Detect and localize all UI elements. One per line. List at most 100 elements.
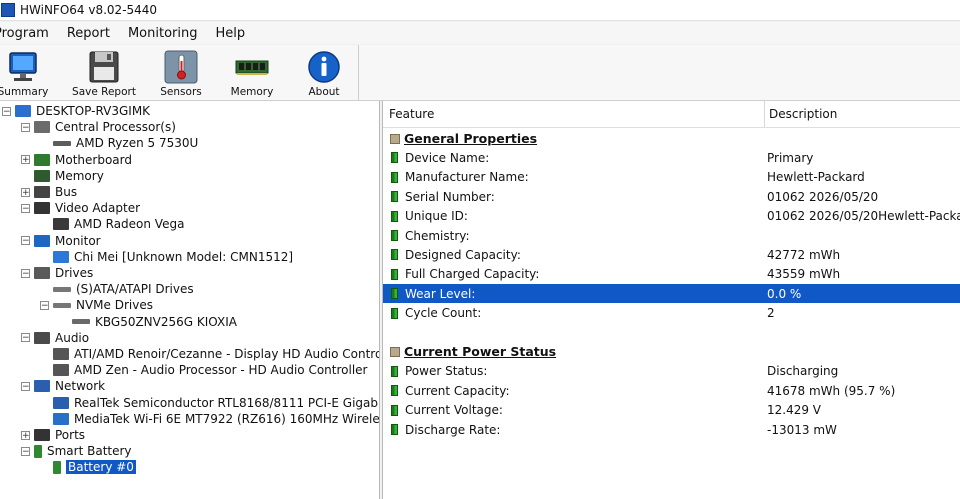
- property-row[interactable]: Full Charged Capacity: 43559 mWh: [383, 265, 960, 284]
- window-title: HWiNFO64 v8.02-5440: [20, 3, 158, 17]
- cpu-icon: [34, 121, 50, 134]
- tree-item[interactable]: − Central Processor(s): [21, 119, 176, 135]
- description-value: Discharging: [767, 364, 839, 379]
- collapse-icon[interactable]: −: [21, 236, 30, 246]
- tree-item[interactable]: ATI/AMD Renoir/Cezanne - Display HD Audi…: [40, 346, 379, 362]
- collapse-icon[interactable]: −: [2, 106, 11, 116]
- video-card-icon: [34, 202, 50, 215]
- battery-property-icon: [391, 230, 398, 241]
- battery-property-icon: [391, 152, 398, 164]
- speaker-icon: [53, 364, 69, 377]
- collapse-icon[interactable]: −: [21, 446, 30, 456]
- collapse-icon[interactable]: −: [21, 122, 30, 132]
- tree-item[interactable]: (S)ATA/ATAPI Drives: [40, 281, 194, 297]
- property-row[interactable]: Current Capacity: 41678 mWh (95.7 %): [383, 381, 960, 400]
- property-row[interactable]: Unique ID: 01062 2026/05/20Hewlett-Packar…: [383, 207, 960, 226]
- tree-item[interactable]: − Drives: [21, 265, 93, 281]
- tree-item-label: KBG50ZNV256G KIOXIA: [95, 314, 237, 329]
- tree-item[interactable]: + Motherboard: [21, 152, 132, 168]
- property-row: [383, 323, 960, 342]
- battery-property-icon: [391, 424, 398, 435]
- about-button[interactable]: About: [302, 45, 346, 100]
- property-row[interactable]: Chemistry:: [383, 226, 960, 245]
- tree-item[interactable]: AMD Radeon Vega: [40, 216, 184, 232]
- menu-monitoring[interactable]: Monitoring: [119, 26, 207, 41]
- expand-icon[interactable]: +: [21, 155, 30, 165]
- expand-icon[interactable]: +: [21, 430, 30, 440]
- group-header-row[interactable]: Current Power Status: [383, 342, 960, 361]
- tree-item-label: Network: [55, 379, 106, 394]
- display-icon: [53, 250, 69, 263]
- tree-item[interactable]: − Smart Battery: [21, 443, 132, 459]
- tree-item-label: DESKTOP-RV3GIMK: [36, 104, 151, 118]
- tree-item[interactable]: MediaTek Wi-Fi 6E MT7922 (RZ616) 160MHz …: [40, 411, 379, 427]
- monitor-icon: [9, 52, 37, 81]
- collapse-icon[interactable]: −: [40, 300, 49, 310]
- tree-item-label: Smart Battery: [47, 444, 132, 459]
- property-row[interactable]: Manufacturer Name: Hewlett-Packard: [383, 168, 960, 187]
- expand-icon[interactable]: +: [21, 187, 30, 197]
- tree-item[interactable]: − Monitor: [21, 233, 101, 249]
- property-row[interactable]: Serial Number: 01062 2026/05/20: [383, 187, 960, 206]
- feature-label: Current Capacity:: [405, 383, 510, 398]
- tree-item[interactable]: + Bus: [21, 184, 77, 200]
- details-header: Feature Description: [383, 101, 960, 128]
- device-tree[interactable]: − DESKTOP-RV3GIMK − Central Processor(s) AMD…: [0, 101, 380, 499]
- battery-property-icon: [391, 365, 398, 377]
- tree-item[interactable]: Chi Mei [Unknown Model: CMN1512]: [40, 249, 293, 265]
- floppy-disk-icon: [89, 51, 119, 83]
- memory-icon: [34, 169, 50, 182]
- tree-item[interactable]: Battery #0: [40, 459, 136, 475]
- tree-item-label: NVMe Drives: [76, 298, 153, 313]
- tree-item[interactable]: − Network: [21, 378, 105, 394]
- property-row[interactable]: Device Name: Primary: [383, 148, 960, 167]
- summary-button[interactable]: Summary: [0, 45, 49, 100]
- property-row[interactable]: Power Status: Discharging: [383, 362, 960, 381]
- description-column-header[interactable]: Description: [769, 107, 837, 121]
- audio-icon: [34, 331, 50, 344]
- tree-item[interactable]: − NVMe Drives: [40, 297, 153, 313]
- tree-item[interactable]: RealTek Semiconductor RTL8168/8111 PCI-E…: [40, 395, 379, 411]
- save-report-button[interactable]: Save Report: [60, 45, 148, 100]
- battery-property-icon: [391, 268, 398, 280]
- tree-item[interactable]: + Ports: [21, 427, 85, 443]
- property-row[interactable]: Cycle Count: 2: [383, 304, 960, 323]
- tree-item[interactable]: − Video Adapter: [21, 200, 140, 216]
- tree-item-label: Ports: [55, 428, 86, 442]
- tree-item[interactable]: − DESKTOP-RV3GIMK: [2, 103, 150, 119]
- group-title: Current Power Status: [404, 344, 557, 360]
- property-row[interactable]: Wear Level: 0.0 %: [383, 284, 960, 304]
- menu-report[interactable]: Report: [58, 26, 119, 41]
- tree-item[interactable]: KBG50ZNV256G KIOXIA: [59, 314, 237, 330]
- group-header-row[interactable]: General Properties: [383, 129, 960, 148]
- sensors-button[interactable]: Sensors: [158, 45, 204, 100]
- property-row[interactable]: Discharge Rate: -13013 mW: [383, 420, 960, 439]
- tree-item[interactable]: Memory: [21, 168, 104, 184]
- collapse-icon[interactable]: −: [21, 381, 30, 391]
- property-row[interactable]: Designed Capacity: 42772 mWh: [383, 245, 960, 264]
- description-value: 2: [767, 306, 775, 321]
- collapse-icon[interactable]: −: [21, 333, 30, 343]
- tree-item-label: Video Adapter: [55, 201, 141, 216]
- bus-icon: [34, 186, 50, 198]
- feature-label: Wear Level:: [405, 286, 476, 301]
- collapse-icon[interactable]: −: [21, 268, 30, 278]
- menu-program[interactable]: Program: [0, 26, 58, 41]
- collapse-icon[interactable]: −: [21, 203, 30, 213]
- menu-help[interactable]: Help: [207, 26, 255, 41]
- tree-item[interactable]: − Audio: [21, 330, 89, 346]
- tree-item[interactable]: AMD Ryzen 5 7530U: [40, 135, 198, 151]
- summary-label: Summary: [0, 86, 49, 98]
- tree-item[interactable]: AMD Zen - Audio Processor - HD Audio Con…: [40, 362, 368, 378]
- property-row[interactable]: Current Voltage: 12.429 V: [383, 401, 960, 420]
- battery-icon: [53, 460, 61, 474]
- column-divider[interactable]: [764, 101, 765, 127]
- toolbar-separator: [358, 45, 359, 100]
- feature-label: Unique ID:: [405, 209, 468, 224]
- memory-label: Memory: [230, 86, 274, 98]
- feature-label: Device Name:: [405, 150, 490, 165]
- title-bar: HWiNFO64 v8.02-5440: [0, 0, 960, 21]
- feature-column-header[interactable]: Feature: [389, 107, 434, 121]
- memory-button[interactable]: Memory: [224, 45, 280, 100]
- battery-property-icon: [391, 191, 398, 203]
